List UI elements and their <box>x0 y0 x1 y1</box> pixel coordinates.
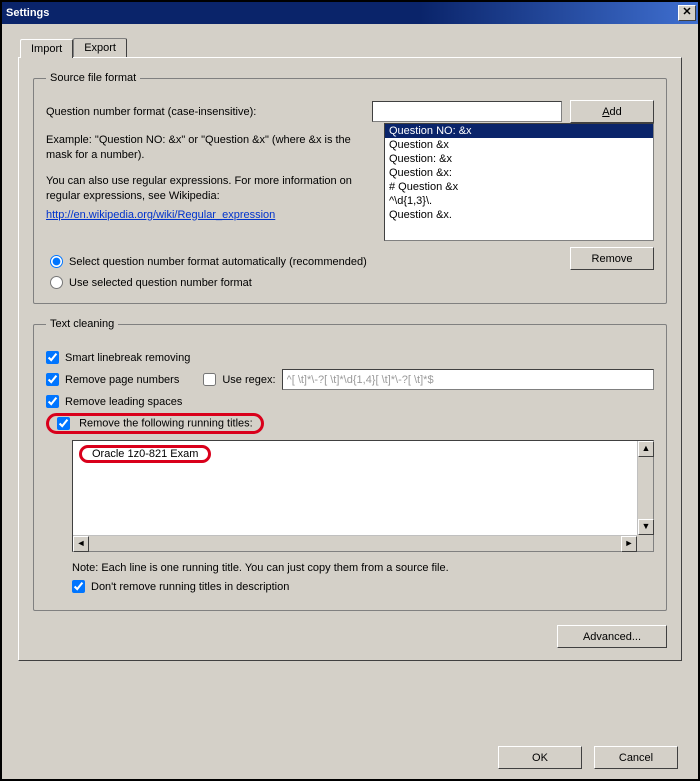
clean-legend: Text cleaning <box>46 318 118 330</box>
runtitles-note: Note: Each line is one running title. Yo… <box>72 562 654 574</box>
list-item[interactable]: ^\d{1,3}\. <box>385 194 653 208</box>
text-cleaning-group: Text cleaning Smart linebreak removing R… <box>33 318 667 611</box>
smart-label: Smart linebreak removing <box>65 352 190 364</box>
highlight-runtitles-value: Oracle 1z0-821 Exam <box>79 445 211 463</box>
check-smart-linebreak[interactable] <box>46 351 59 364</box>
scroll-up-icon[interactable]: ▲ <box>638 441 654 457</box>
scroll-left-icon[interactable]: ◄ <box>73 536 89 552</box>
source-file-format-group: Source file format Question number forma… <box>33 72 667 304</box>
useregex-label: Use regex: <box>222 374 275 386</box>
horizontal-scrollbar[interactable]: ◄ ► <box>73 535 637 551</box>
wikipedia-link[interactable]: http://en.wikipedia.org/wiki/Regular_exp… <box>46 209 372 221</box>
window-title: Settings <box>6 7 49 19</box>
vertical-scrollbar[interactable]: ▲ ▼ <box>637 441 653 535</box>
tabpanel-import: Source file format Question number forma… <box>18 57 682 661</box>
runtitles-value: Oracle 1z0-821 Exam <box>92 448 198 460</box>
tab-export[interactable]: Export <box>73 38 127 57</box>
radio-auto[interactable] <box>50 255 63 268</box>
qnum-input[interactable] <box>372 101 562 122</box>
list-item[interactable]: Question &x: <box>385 166 653 180</box>
check-remove-leading[interactable] <box>46 395 59 408</box>
radio-auto-label: Select question number format automatica… <box>69 256 367 268</box>
highlight-runtitles: Remove the following running titles: <box>46 413 264 434</box>
list-item[interactable]: # Question &x <box>385 180 653 194</box>
check-use-regex[interactable] <box>203 373 216 386</box>
source-legend: Source file format <box>46 72 140 84</box>
runtitles-textarea[interactable]: Oracle 1z0-821 Exam ▲ ▼ ◄ ► <box>72 440 654 552</box>
tabstrip: Import Export <box>18 38 682 57</box>
list-item[interactable]: Question: &x <box>385 152 653 166</box>
dialog-footer: OK Cancel <box>2 746 698 769</box>
runtitles-label: Remove the following running titles: <box>79 417 253 429</box>
tab-import[interactable]: Import <box>20 39 73 58</box>
check-remove-pagenums[interactable] <box>46 373 59 386</box>
check-dont-remove-desc[interactable] <box>72 580 85 593</box>
settings-dialog: Settings ✕ Import Export Source file for… <box>0 0 700 781</box>
format-listbox[interactable]: Question NO: &x Question &x Question: &x… <box>384 123 654 241</box>
scroll-corner <box>637 535 653 551</box>
leading-label: Remove leading spaces <box>65 396 182 408</box>
ok-button[interactable]: OK <box>498 746 582 769</box>
dontremove-label: Don't remove running titles in descripti… <box>91 581 289 593</box>
list-item[interactable]: Question &x <box>385 138 653 152</box>
cancel-button[interactable]: Cancel <box>594 746 678 769</box>
titlebar: Settings ✕ <box>2 2 698 24</box>
add-button[interactable]: Add <box>570 100 654 123</box>
list-item[interactable]: Question &x. <box>385 208 653 222</box>
advanced-button[interactable]: Advanced... <box>557 625 667 648</box>
regex-input <box>282 369 654 390</box>
scroll-down-icon[interactable]: ▼ <box>638 519 654 535</box>
radio-selected-label: Use selected question number format <box>69 277 252 289</box>
radio-selected[interactable] <box>50 276 63 289</box>
close-icon[interactable]: ✕ <box>678 5 696 21</box>
scroll-right-icon[interactable]: ► <box>621 536 637 552</box>
example-text: Example: "Question NO: &x" or "Question … <box>46 133 366 164</box>
info-text: You can also use regular expressions. Fo… <box>46 174 366 205</box>
qnum-label: Question number format (case-insensitive… <box>46 106 364 118</box>
check-remove-runtitles[interactable] <box>57 417 70 430</box>
pagenums-label: Remove page numbers <box>65 374 179 386</box>
list-item[interactable]: Question NO: &x <box>385 124 653 138</box>
remove-button[interactable]: Remove <box>570 247 654 270</box>
